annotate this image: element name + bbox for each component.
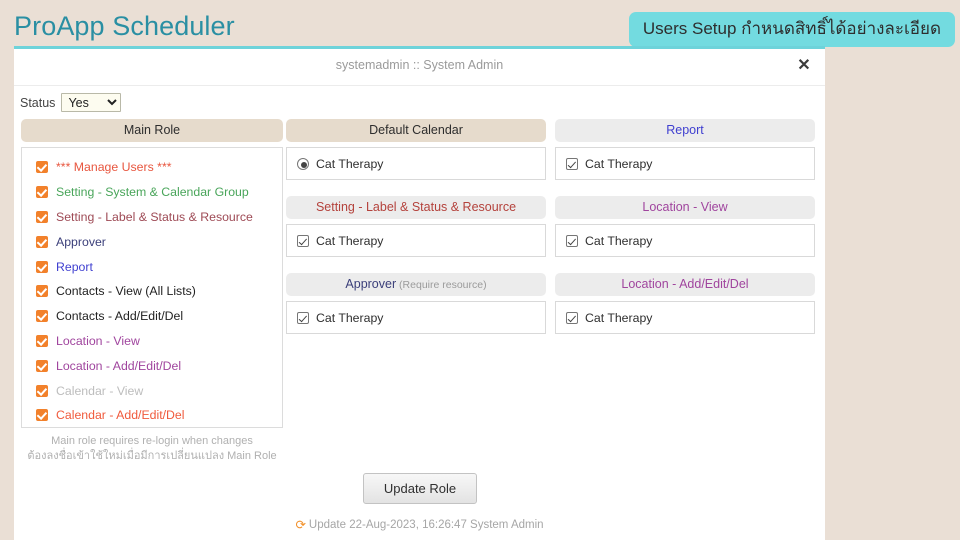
main-role-note-line1: Main role requires re-login when changes [51,435,253,447]
checkbox-checked-icon[interactable] [297,311,309,324]
permission-section-header: Default Calendar [286,119,546,142]
permission-section-header: Location - Add/Edit/Del [555,273,815,296]
checkbox-checked-icon[interactable] [566,311,578,324]
checkbox-checked-icon[interactable] [36,285,48,298]
checkbox-checked-icon[interactable] [36,359,48,372]
permission-item-label: Cat Therapy [585,156,653,171]
permission-section-body[interactable]: Cat Therapy [286,301,546,334]
main-role-item-label: *** Manage Users *** [56,160,172,175]
main-role-item[interactable]: Approver [22,229,282,254]
permission-section-header: Report [555,119,815,142]
checkbox-checked-icon[interactable] [36,334,48,347]
permission-section-header: Location - View [555,196,815,219]
main-role-item-label: Setting - System & Calendar Group [56,185,249,200]
permission-section: Setting - Label & Status & Resource Cat T… [286,196,546,257]
user-role-modal: systemadmin :: System Admin ✕ Status Yes… [14,46,825,540]
permission-item-label: Cat Therapy [316,156,384,171]
permission-item-label: Cat Therapy [585,310,653,325]
main-role-header: Main Role [21,119,283,142]
checkbox-checked-icon[interactable] [566,234,578,247]
permission-section: Default Calendar Cat Therapy [286,119,546,180]
main-role-item[interactable]: Calendar - View [22,378,282,403]
main-role-item[interactable]: Report [22,254,282,279]
radio-selected-icon[interactable] [297,157,309,170]
permission-section-title: Location - View [642,200,728,214]
main-role-item[interactable]: Setting - Label & Status & Resource [22,205,282,230]
main-role-note-line2: ต้องลงชื่อเข้าใช้ใหม่เมื่อมีการเปลี่ยนแป… [27,449,277,462]
last-update-text: Update 22-Aug-2023, 16:26:47 System Admi… [308,519,544,531]
permission-section-header: Approver (Require resource) [286,273,546,296]
main-role-note: Main role requires re-login when changes… [21,434,283,464]
main-role-item-label: Calendar - Add/Edit/Del [56,408,185,423]
app-root: ProApp Scheduler Users Setup กำหนดสิทธิ์… [0,0,960,540]
refresh-icon[interactable]: ⟳ [295,517,305,532]
modal-titlebar: systemadmin :: System Admin ✕ [14,49,825,86]
permission-section-title: Approver [345,277,397,291]
main-role-column: Main Role *** Manage Users *** Setting - … [21,119,283,464]
checkbox-checked-icon[interactable] [36,210,48,223]
status-row: Status YesNo [20,93,122,112]
checkbox-checked-icon[interactable] [36,310,48,323]
checkbox-checked-icon[interactable] [36,186,48,199]
permission-section-body[interactable]: Cat Therapy [555,224,815,257]
app-brand-title: ProApp Scheduler [14,11,235,41]
main-role-list[interactable]: *** Manage Users *** Setting - System & C… [21,147,283,428]
permission-section-title: Location - Add/Edit/Del [621,277,749,291]
permission-section: Location - Add/Edit/Del Cat Therapy [555,273,815,334]
permission-section: Report Cat Therapy [555,119,815,180]
main-role-item[interactable]: Setting - System & Calendar Group [22,180,282,205]
main-role-item-label: Location - View [56,333,140,348]
main-role-item[interactable]: *** Manage Users *** [22,155,282,180]
main-role-item-label: Location - Add/Edit/Del [56,358,182,373]
permission-section-title: Default Calendar [369,123,463,137]
permission-section-title: Report [666,123,704,137]
status-select[interactable]: YesNo [61,93,122,112]
permission-section-body[interactable]: Cat Therapy [286,224,546,257]
checkbox-checked-icon[interactable] [36,260,48,273]
close-icon[interactable]: ✕ [793,55,815,77]
checkbox-checked-icon[interactable] [36,161,48,174]
checkbox-checked-icon[interactable] [36,384,48,397]
permission-section: Approver (Require resource) Cat Therapy [286,273,546,334]
main-role-item[interactable]: Contacts - View (All Lists) [22,279,282,304]
checkbox-checked-icon[interactable] [297,234,309,247]
permission-section-title: Setting - Label & Status & Resource [315,200,517,214]
main-role-item-label: Contacts - View (All Lists) [56,284,196,299]
main-role-item-label: Approver [56,234,106,249]
main-role-item[interactable]: Contacts - Add/Edit/Del [22,304,282,329]
permission-section: Location - View Cat Therapy [555,196,815,257]
checkbox-checked-icon[interactable] [36,235,48,248]
permission-item-label: Cat Therapy [316,310,384,325]
permission-item-label: Cat Therapy [316,233,384,248]
main-role-item-label: Calendar - View [56,383,144,398]
permission-item-label: Cat Therapy [585,233,653,248]
update-role-button[interactable]: Update Role [363,473,477,504]
main-role-item[interactable]: Location - Add/Edit/Del [22,353,282,378]
permission-section-body[interactable]: Cat Therapy [555,301,815,334]
checkbox-checked-icon[interactable] [36,409,48,422]
main-role-item[interactable]: Location - View [22,329,282,354]
permission-section-body[interactable]: Cat Therapy [286,147,546,180]
status-label: Status [20,95,56,110]
permission-section-header: Setting - Label & Status & Resource [286,196,546,219]
permission-section-subnote: (Require resource) [396,279,487,291]
users-setup-badge: Users Setup กำหนดสิทธิ์ได้อย่างละเอียด [628,12,955,47]
main-role-item[interactable]: Calendar - Add/Edit/Del [22,403,282,427]
main-role-item-label: Setting - Label & Status & Resource [56,209,253,224]
checkbox-checked-icon[interactable] [566,157,578,170]
main-role-item-label: Contacts - Add/Edit/Del [56,309,184,324]
last-update-status: ⟳ Update 22-Aug-2023, 16:26:47 System Adm… [14,516,825,532]
modal-title: systemadmin :: System Admin [335,58,504,72]
permission-section-body[interactable]: Cat Therapy [555,147,815,180]
main-role-item-label: Report [56,259,93,274]
